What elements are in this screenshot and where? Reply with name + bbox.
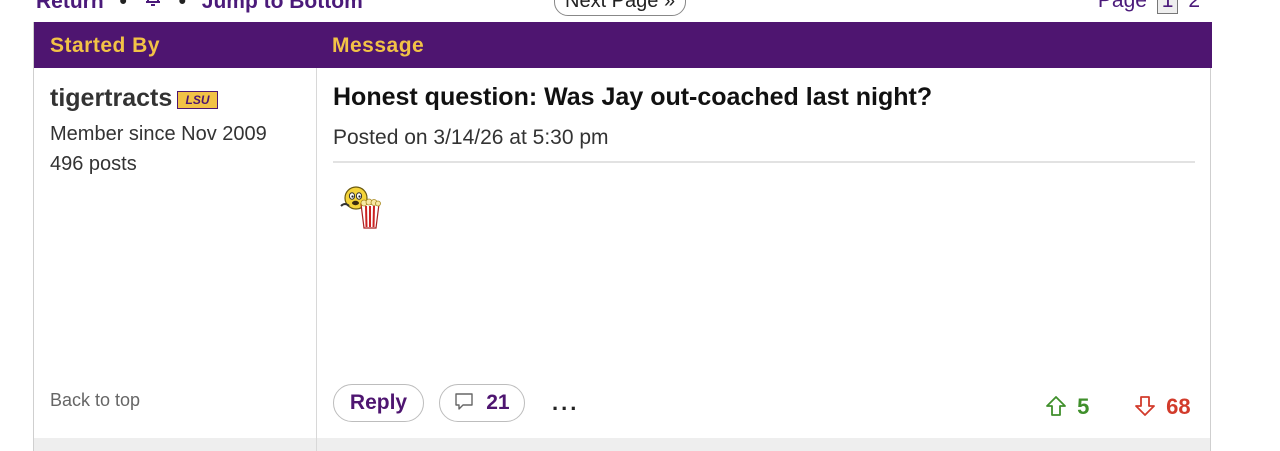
reply-button[interactable]: Reply (333, 384, 424, 422)
arrow-up-icon (1045, 394, 1077, 419)
page-link-2[interactable]: 2 (1188, 0, 1200, 12)
column-divider (316, 68, 317, 451)
separator-dot: • (178, 0, 186, 13)
downvote-count: 68 (1166, 394, 1191, 419)
col-started-by: Started By (50, 34, 161, 57)
post-title: Honest question: Was Jay out-coached las… (333, 83, 933, 111)
back-to-top-link[interactable]: Back to top (50, 390, 140, 411)
post-timestamp: Posted on 3/14/26 at 5:30 pm (333, 126, 609, 149)
separator-dot: • (119, 0, 127, 13)
comments-count: 21 (486, 391, 510, 414)
comments-button[interactable]: 21 (439, 384, 525, 422)
column-divider (316, 438, 317, 451)
flair-text: LSU (185, 93, 210, 107)
page-label: Page (1097, 0, 1147, 12)
author-username[interactable]: tigertracts (50, 84, 172, 113)
next-page-button[interactable]: Next Page » (554, 0, 687, 16)
popcorn-smiley-icon (339, 184, 383, 230)
upvote-button[interactable]: 5 (1045, 394, 1089, 420)
thread-nav-links: Return • • Jump to Bottom (36, 0, 373, 14)
post-count: 496 posts (50, 153, 137, 175)
next-row-band (34, 438, 1210, 451)
member-since: Member since Nov 2009 (50, 123, 267, 145)
more-options-button[interactable]: ... (552, 390, 579, 416)
arrow-down-icon (1134, 394, 1166, 419)
table-header: Started By Message (34, 22, 1212, 68)
current-page: 1 (1156, 0, 1179, 14)
pagination: Page 1 2 (1098, 0, 1200, 14)
col-message: Message (332, 34, 425, 57)
post-divider (333, 161, 1195, 163)
jump-to-bottom-link[interactable]: Jump to Bottom (202, 0, 363, 13)
bell-icon[interactable] (143, 0, 169, 13)
comment-bubble-icon (454, 391, 486, 414)
thread-table: Started By Message tigertracts LSU Membe… (33, 22, 1212, 451)
downvote-button[interactable]: 68 (1134, 394, 1191, 420)
top-navigation: Return • • Jump to Bottom Next Page » Pa… (0, 0, 1280, 22)
lsu-flair-icon: LSU (177, 91, 218, 109)
upvote-count: 5 (1077, 394, 1090, 419)
return-link[interactable]: Return (36, 0, 104, 13)
